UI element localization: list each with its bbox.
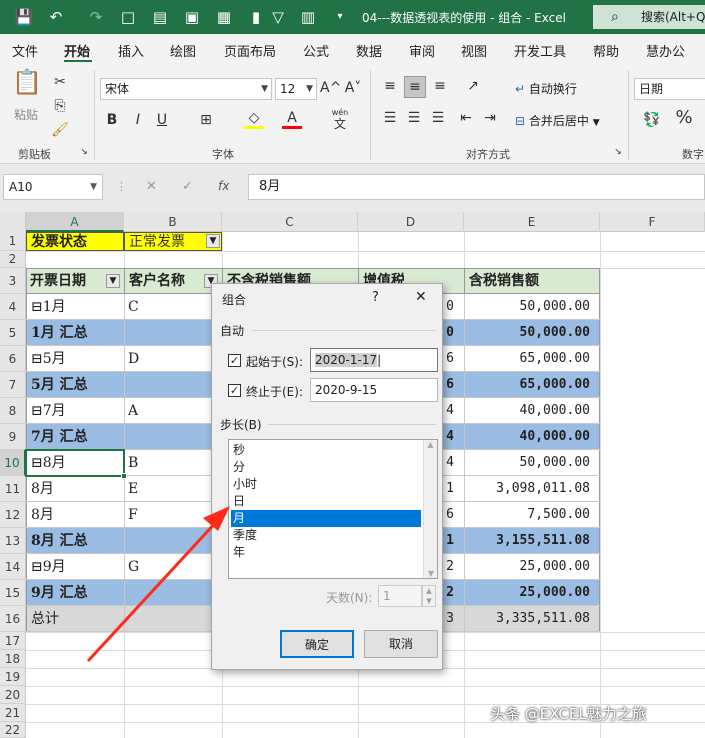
- arrow-head: [203, 506, 230, 531]
- annotation-arrow: [86, 506, 230, 663]
- arrow-shaft: [86, 518, 220, 663]
- watermark: 头条 @EXCEL魅力之旅: [490, 705, 647, 723]
